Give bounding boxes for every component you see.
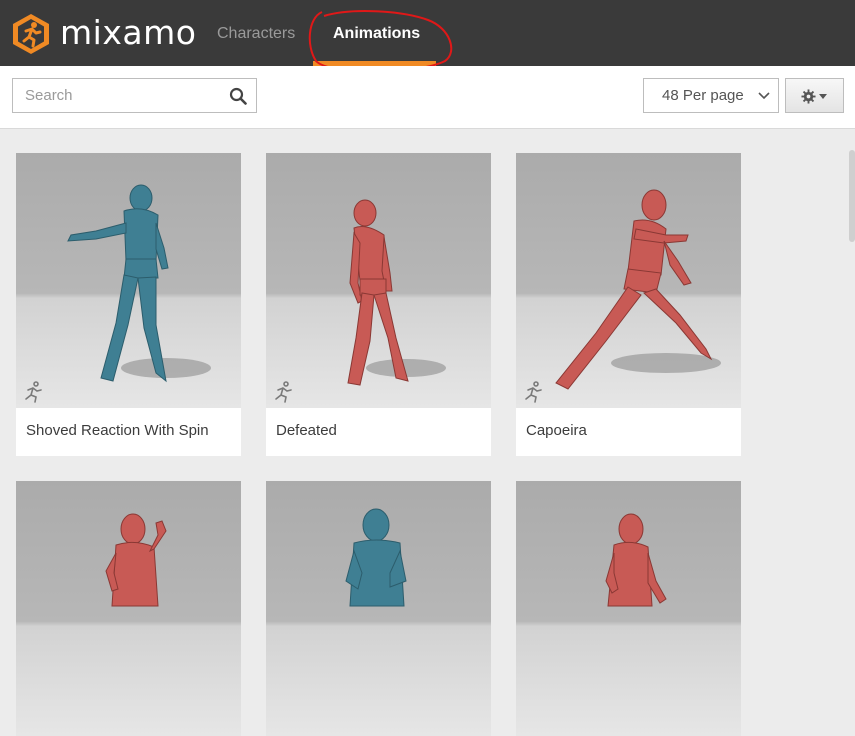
animation-thumbnail[interactable] bbox=[516, 481, 741, 736]
mixamo-logo-icon[interactable] bbox=[12, 13, 50, 55]
animation-card[interactable] bbox=[516, 481, 741, 736]
character-figure bbox=[345, 508, 407, 607]
per-page-value: 48 Per page bbox=[662, 87, 744, 104]
running-figure-icon bbox=[275, 381, 292, 403]
search-icon[interactable] bbox=[229, 87, 247, 105]
chevron-down-icon bbox=[758, 92, 770, 100]
animation-card[interactable] bbox=[266, 481, 491, 736]
animation-card[interactable]: Capoeira bbox=[516, 153, 741, 456]
top-nav-bar: mixamo Characters Animations bbox=[0, 0, 855, 66]
card-title[interactable]: Defeated bbox=[276, 422, 337, 439]
running-figure-icon bbox=[525, 381, 542, 403]
character-figure bbox=[555, 189, 721, 390]
animation-card[interactable]: Shoved Reaction With Spin bbox=[16, 153, 241, 456]
animation-thumbnail[interactable] bbox=[16, 481, 241, 736]
tab-characters[interactable]: Characters bbox=[217, 24, 295, 44]
character-figure bbox=[605, 513, 667, 607]
character-figure bbox=[347, 199, 446, 386]
tab-animations[interactable]: Animations bbox=[333, 24, 420, 44]
settings-button[interactable] bbox=[785, 78, 844, 113]
animation-thumbnail[interactable] bbox=[16, 153, 241, 408]
search-box bbox=[12, 78, 257, 113]
gear-icon bbox=[801, 89, 816, 104]
animation-thumbnail[interactable] bbox=[266, 153, 491, 408]
caret-down-icon bbox=[819, 94, 827, 99]
search-input[interactable] bbox=[13, 79, 235, 112]
card-title[interactable]: Capoeira bbox=[526, 422, 587, 439]
per-page-select[interactable]: 48 Per page bbox=[643, 78, 779, 113]
character-figure bbox=[67, 184, 211, 383]
animation-card[interactable]: Defeated bbox=[266, 153, 491, 456]
animation-card[interactable] bbox=[16, 481, 241, 736]
card-title[interactable]: Shoved Reaction With Spin bbox=[26, 422, 209, 439]
running-figure-icon bbox=[25, 381, 42, 403]
animation-thumbnail[interactable] bbox=[516, 153, 741, 408]
brand-name[interactable]: mixamo bbox=[60, 12, 196, 54]
scrollbar[interactable] bbox=[849, 150, 855, 242]
toolbar: 48 Per page bbox=[0, 66, 855, 129]
animation-thumbnail[interactable] bbox=[266, 481, 491, 736]
character-figure bbox=[105, 513, 167, 607]
